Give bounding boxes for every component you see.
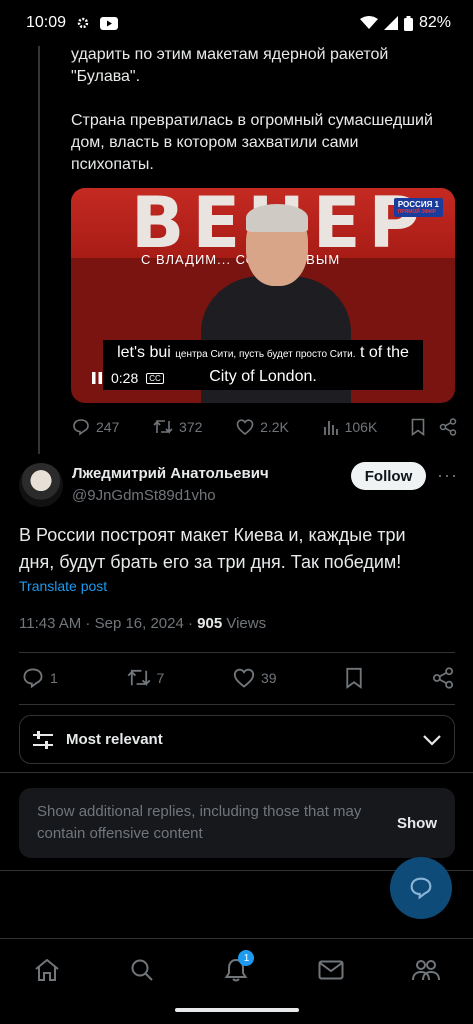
reply-button[interactable]: 247	[72, 418, 119, 436]
pause-icon[interactable]	[91, 372, 103, 384]
channel-logo: РОССИЯ 1 ПРЯМОЙ ЭФИР	[393, 198, 443, 217]
divider	[0, 938, 473, 939]
chevron-down-icon	[423, 734, 441, 746]
sort-replies-dropdown[interactable]: Most relevant	[19, 715, 455, 764]
divider	[19, 652, 455, 653]
reply-icon	[23, 668, 43, 689]
settings-icon	[77, 17, 89, 29]
compose-reply-button[interactable]	[390, 857, 452, 919]
subtitle-en-part: t of the	[360, 344, 409, 361]
channel-logo-text: РОССИЯ 1	[397, 200, 439, 209]
like-count: 39	[261, 670, 277, 686]
author-name[interactable]: Лжедмитрий Анатольевич	[72, 465, 269, 482]
envelope-icon	[318, 960, 344, 980]
repost-button[interactable]: 372	[153, 418, 202, 436]
reply-count: 1	[50, 670, 58, 686]
reply-button[interactable]: 1	[22, 667, 58, 689]
tab-search[interactable]	[122, 950, 162, 990]
thread-line	[38, 46, 40, 454]
show-replies-button[interactable]: Show	[397, 815, 437, 832]
sort-label: Most relevant	[66, 731, 163, 748]
post-actions: 1 7 39	[22, 667, 454, 689]
tab-notifications[interactable]: 1	[216, 950, 256, 990]
video-player[interactable]: ВЕЧЕР С ВЛАДИМ... СОЛОВЬЕВЫМ РОССИЯ 1 ПР…	[71, 188, 455, 403]
quoted-post-text-line: психопаты.	[71, 156, 154, 173]
repost-icon	[153, 420, 173, 434]
people-icon	[411, 960, 440, 981]
person-hair	[246, 204, 308, 232]
reply-icon	[73, 419, 89, 436]
divider	[19, 704, 455, 705]
repost-count: 7	[156, 670, 165, 686]
additional-replies-text: Show additional replies, including those…	[37, 803, 362, 842]
status-bar: 10:09 82%	[0, 0, 473, 46]
youtube-icon	[100, 16, 119, 30]
captions-icon[interactable]: CC	[146, 372, 164, 384]
status-time: 10:09	[26, 14, 67, 31]
subtitle-en-part: let's bui	[117, 344, 171, 361]
tab-messages[interactable]	[311, 950, 351, 990]
translate-post-link[interactable]: Translate post	[19, 578, 107, 594]
post-text: В России построят макет Киева и, каждые …	[19, 522, 459, 576]
channel-logo-sub: ПРЯМОЙ ЭФИР	[397, 209, 436, 215]
avatar[interactable]	[19, 463, 63, 507]
bookmark-icon[interactable]	[411, 418, 425, 436]
bottom-tab-bar: 1	[0, 940, 473, 1000]
home-icon	[35, 958, 59, 981]
quoted-post-actions: 247 372 2.2K 106K	[72, 418, 457, 436]
subtitle-ru: центра Сити, пусть будет просто Сити.	[175, 349, 356, 360]
reply-bubble-icon	[410, 877, 432, 900]
repost-icon	[127, 669, 150, 687]
notifications-badge: 1	[238, 950, 255, 966]
post-text-line: дня, будут брать его за три дня. Так поб…	[19, 552, 402, 572]
quoted-post-text-line: Страна превратилась в огромный сумасшедш…	[71, 112, 433, 129]
more-options-icon[interactable]: ···	[437, 465, 458, 486]
video-controls: 0:28 CC	[91, 370, 164, 386]
like-count: 2.2K	[260, 419, 289, 435]
quoted-post-extra-actions	[411, 418, 457, 436]
post-timestamp[interactable]: 11:43 AM · Sep 16, 2024 ·	[19, 615, 197, 632]
share-icon[interactable]	[439, 418, 457, 436]
share-icon[interactable]	[432, 667, 454, 689]
views-count: 905	[197, 615, 223, 632]
home-indicator	[175, 1008, 299, 1012]
search-icon	[131, 959, 153, 981]
battery-icon	[403, 15, 413, 31]
signal-icon	[383, 16, 398, 30]
sliders-icon	[33, 730, 53, 749]
repost-count: 372	[179, 419, 203, 435]
wifi-icon	[359, 16, 378, 29]
divider	[0, 772, 473, 773]
views-button[interactable]: 106K	[323, 419, 378, 435]
post-meta: 11:43 AM · Sep 16, 2024 · 905 Views	[19, 615, 266, 632]
tab-home[interactable]	[27, 950, 67, 990]
views-icon	[323, 421, 338, 435]
bookmark-icon[interactable]	[345, 667, 363, 689]
follow-button[interactable]: Follow	[351, 462, 426, 490]
views-label: Views	[222, 615, 267, 632]
tab-communities[interactable]	[406, 950, 446, 990]
quoted-post-text-line: дом, власть в котором захватили сами	[71, 134, 359, 151]
post-text-line: В России построят макет Киева и, каждые …	[19, 525, 406, 545]
battery-percent: 82%	[418, 14, 451, 31]
additional-replies-notice: Show additional replies, including those…	[19, 788, 455, 858]
repost-button[interactable]: 7	[127, 667, 165, 689]
like-button[interactable]: 39	[233, 667, 277, 689]
heart-icon	[236, 419, 254, 436]
author-handle[interactable]: @9JnGdmSt89d1vho	[72, 487, 216, 504]
quoted-post-text-line: ударить по этим макетам ядерной ракетой	[71, 46, 389, 63]
video-time: 0:28	[111, 370, 139, 386]
heart-icon	[233, 668, 255, 688]
reply-count: 247	[96, 419, 120, 435]
views-count: 106K	[344, 419, 378, 435]
quoted-post-text-line: "Булава".	[71, 68, 141, 85]
like-button[interactable]: 2.2K	[236, 418, 289, 436]
